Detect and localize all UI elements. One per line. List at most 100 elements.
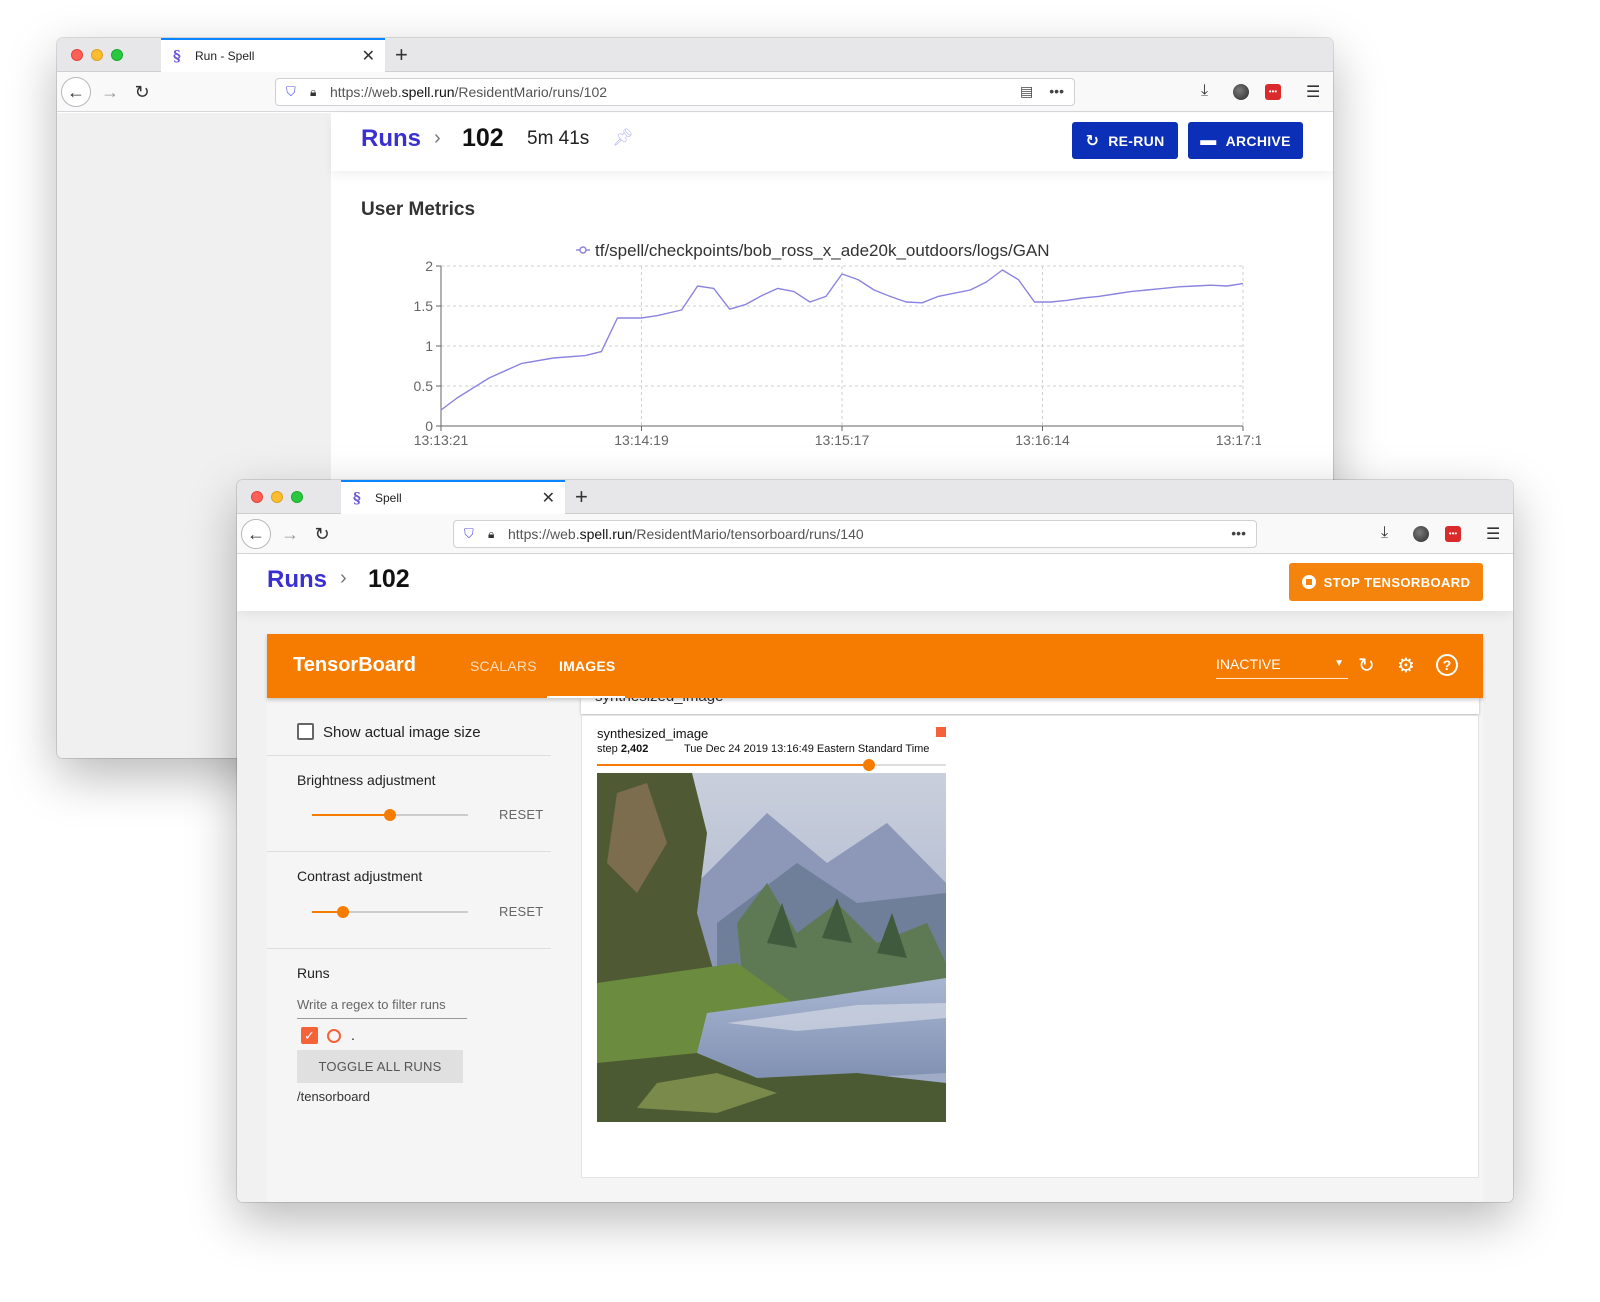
toggle-all-runs-button[interactable]: TOGGLE ALL RUNS — [297, 1050, 463, 1083]
minimize-window-button[interactable] — [91, 49, 103, 61]
tab-title: Spell — [375, 491, 402, 505]
close-tab-icon[interactable]: ✕ — [542, 488, 555, 508]
legend-swatch-marker — [579, 246, 587, 254]
reload-button[interactable]: ↻ — [307, 519, 337, 549]
run-filter-input[interactable]: Write a regex to filter runs — [297, 997, 467, 1019]
image-card: synthesized_image step 2,402 Tue Dec 24 … — [581, 715, 1479, 1178]
image-meta: step 2,402 Tue Dec 24 2019 13:16:49 East… — [597, 743, 929, 755]
run-id: 102 — [368, 565, 410, 593]
user-metrics-chart: 00.511.5213:13:21 13:14:19 13:15:17 13:16:1… — [414, 241, 1261, 448]
y-tick-label: 1 — [425, 338, 433, 354]
tensorboard-brand: TensorBoard — [293, 654, 416, 676]
address-bar[interactable]: ⛉ 🔒︎ https://web.spell.run/ResidentMario… — [453, 520, 1257, 548]
close-window-button[interactable] — [71, 49, 83, 61]
breadcrumb-runs-link[interactable]: Runs — [267, 566, 327, 594]
image-category-header[interactable]: synthesized_image — [581, 698, 1479, 714]
active-tab-indicator — [547, 696, 625, 698]
chevron-right-icon: › — [434, 127, 441, 149]
shield-icon[interactable]: ⛉ — [286, 84, 300, 100]
synthesized-landscape-image — [597, 773, 946, 1122]
lock-icon[interactable]: 🔒︎ — [310, 85, 322, 100]
reload-button[interactable]: ↻ — [127, 77, 157, 107]
lock-icon[interactable]: 🔒︎ — [488, 527, 500, 542]
dropdown-caret-icon: ▼ — [1334, 658, 1344, 669]
close-window-button[interactable] — [251, 491, 263, 503]
y-tick-label: 1.5 — [414, 298, 434, 314]
account-avatar-icon[interactable] — [1413, 526, 1429, 542]
download-icon[interactable]: ⤓ — [1201, 82, 1208, 100]
back-button[interactable]: ← — [61, 77, 91, 107]
zoom-window-button[interactable] — [111, 49, 123, 61]
menu-icon[interactable]: ☰ — [1486, 524, 1500, 544]
run-id: 102 — [462, 124, 504, 152]
new-tab-button[interactable]: + — [395, 42, 408, 68]
runs-title: Runs — [297, 965, 330, 981]
archive-label: ARCHIVE — [1225, 132, 1291, 149]
reader-view-icon[interactable]: ▤ — [1020, 83, 1033, 100]
step-slider-handle[interactable] — [863, 759, 876, 771]
address-bar[interactable]: ⛉ 🔒︎ https://web.spell.run/ResidentMario… — [275, 78, 1075, 106]
run-checkbox[interactable]: ✓ — [301, 1027, 318, 1044]
tensorboard-toolbar: TensorBoard SCALARS IMAGES INACTIVE ▼ ↻ … — [267, 634, 1483, 698]
close-tab-icon[interactable]: ✕ — [362, 46, 375, 66]
settings-gear-icon[interactable]: ⚙ — [1397, 653, 1415, 678]
url-text[interactable]: https://web.spell.run/ResidentMario/runs… — [330, 84, 607, 100]
shield-icon[interactable]: ⛉ — [464, 526, 478, 542]
browser-tab-run[interactable]: § Run - Spell ✕ — [161, 38, 385, 72]
run-status-select[interactable]: INACTIVE ▼ — [1216, 656, 1348, 679]
account-avatar-icon[interactable] — [1233, 84, 1249, 100]
show-actual-size-checkbox[interactable] — [297, 723, 314, 740]
stop-tensorboard-label: STOP TENSORBOARD — [1323, 574, 1471, 590]
back-button[interactable]: ← — [241, 519, 271, 549]
forward-button[interactable]: → — [95, 77, 125, 107]
tensorboard-page-header: Runs › 102 STOP TENSORBOARD — [237, 555, 1513, 611]
page-actions-icon[interactable]: ••• — [1231, 525, 1246, 541]
contrast-slider[interactable] — [312, 906, 468, 918]
x-tick-label: 13:16:14 — [1015, 432, 1070, 448]
image-timestamp: Tue Dec 24 2019 13:16:49 Eastern Standar… — [684, 743, 930, 755]
brightness-slider-handle[interactable] — [384, 809, 396, 821]
extension-icon[interactable]: ••• — [1265, 84, 1281, 100]
new-tab-button[interactable]: + — [575, 484, 588, 510]
tab-bar: § Run - Spell ✕ + — [57, 38, 1333, 72]
x-tick-label: 13:14:19 — [614, 432, 669, 448]
brightness-slider[interactable] — [312, 809, 468, 821]
url-text[interactable]: https://web.spell.run/ResidentMario/tens… — [508, 526, 864, 542]
browser-tab-spell[interactable]: § Spell ✕ — [341, 480, 565, 514]
run-header: Runs › 102 5m 41s 📌︎ ↻ RE-RUN ▬ ARCHIVE — [331, 113, 1333, 171]
archive-button[interactable]: ▬ ARCHIVE — [1188, 122, 1303, 159]
run-name: . — [351, 1027, 355, 1043]
contrast-reset-button[interactable]: RESET — [499, 904, 543, 919]
images-pane: synthesized_image synthesized_image step… — [581, 698, 1479, 1178]
help-icon[interactable]: ? — [1436, 654, 1458, 676]
download-icon[interactable]: ⤓ — [1381, 524, 1388, 542]
tab-images[interactable]: IMAGES — [559, 658, 615, 674]
run-color-radio[interactable] — [327, 1029, 341, 1043]
contrast-slider-handle[interactable] — [337, 906, 350, 918]
tab-title: Run - Spell — [195, 49, 255, 63]
tensorboard-window: § Spell ✕ + ← → ↻ ⛉ 🔒︎ https://web.spell… — [237, 480, 1513, 1202]
window-controls — [251, 491, 303, 503]
tensorboard-frame: TensorBoard SCALARS IMAGES INACTIVE ▼ ↻ … — [267, 634, 1483, 1202]
tab-scalars[interactable]: SCALARS — [470, 658, 537, 674]
tensorboard-sidebar: Show actual image size Brightness adjust… — [267, 698, 581, 1202]
image-size-section: Show actual image size — [267, 698, 551, 756]
forward-button[interactable]: → — [275, 519, 305, 549]
archive-icon: ▬ — [1200, 131, 1217, 149]
tab-bar: § Spell ✕ + — [237, 480, 1513, 514]
step-slider[interactable] — [597, 759, 946, 771]
minimize-window-button[interactable] — [271, 491, 283, 503]
reload-data-icon[interactable]: ↻ — [1358, 653, 1375, 678]
stop-tensorboard-button[interactable]: STOP TENSORBOARD — [1289, 563, 1483, 601]
breadcrumb-runs-link[interactable]: Runs — [361, 125, 421, 153]
image-title: synthesized_image — [597, 726, 709, 741]
y-tick-label: 0.5 — [414, 378, 434, 394]
menu-icon[interactable]: ☰ — [1306, 82, 1320, 102]
zoom-window-button[interactable] — [291, 491, 303, 503]
rerun-button[interactable]: ↻ RE-RUN — [1072, 122, 1178, 159]
pin-icon[interactable]: 📌︎ — [612, 128, 634, 148]
brightness-slider-fill — [312, 814, 390, 816]
brightness-reset-button[interactable]: RESET — [499, 807, 543, 822]
page-actions-icon[interactable]: ••• — [1049, 83, 1064, 100]
extension-icon[interactable]: ••• — [1445, 526, 1461, 542]
